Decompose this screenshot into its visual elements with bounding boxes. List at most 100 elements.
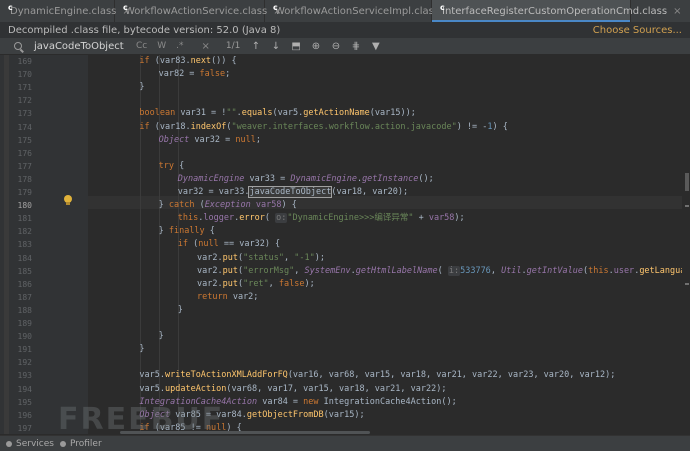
code-token: "errorMsg": [243, 265, 295, 276]
line-number: 172: [17, 96, 32, 106]
clear-search-icon[interactable]: ×: [202, 41, 210, 52]
match-case-toggle[interactable]: Cc: [136, 41, 147, 51]
code-token: ,: [490, 265, 502, 276]
code-token: IntegrationCache4Action();: [323, 396, 457, 407]
line-number: 174: [17, 122, 32, 132]
line-number: 171: [17, 83, 32, 93]
services-icon: [6, 440, 12, 447]
profiler-icon: [59, 440, 66, 447]
tab-workflowactionserviceimpl[interactable]: WorkflowActionServiceImpl.class ×: [265, 0, 453, 22]
code-token: i:: [447, 265, 461, 276]
code-token: false: [199, 69, 226, 80]
code-token: "-1": [294, 252, 315, 263]
code-line: try {: [159, 160, 185, 173]
line-number: 195: [17, 397, 32, 407]
code-token: null: [198, 239, 224, 250]
code-token: ();: [418, 173, 434, 184]
code-token: {: [179, 160, 185, 171]
line-number-gutter[interactable]: 169 170 171 172 173 174 175 176 177 178 179 180 181 1…: [0, 55, 88, 434]
services-tool-button[interactable]: Services: [6, 439, 54, 449]
regex-toggle[interactable]: .*: [176, 41, 183, 51]
whole-words-toggle[interactable]: W: [157, 41, 166, 51]
choose-sources-link[interactable]: Choose Sources...: [593, 25, 682, 36]
services-label: Services: [16, 438, 54, 449]
code-token: writeToActionXMLAddForFQ: [164, 370, 288, 381]
line-number: 180: [17, 201, 32, 211]
code-token: }: [158, 331, 164, 342]
code-token: "ret": [243, 278, 269, 289]
code-token: getInstance: [362, 173, 419, 184]
line-number: 196: [17, 410, 32, 420]
select-all-occurrences-icon[interactable]: ⋕: [351, 41, 360, 52]
banner-message: Decompiled .class file, bytecode version…: [8, 24, 281, 36]
remove-occurrence-icon[interactable]: ⊖: [331, 41, 340, 52]
code-token: (var5.: [272, 108, 304, 119]
line-number: 169: [17, 57, 32, 66]
code-token: put: [222, 265, 238, 276]
search-icon[interactable]: [14, 42, 22, 50]
code-line: }: [139, 81, 144, 94]
code-token: if: [177, 239, 194, 250]
tab-dynamicengine[interactable]: DynamicEngine.class ×: [0, 0, 131, 22]
line-number: 175: [17, 135, 32, 145]
code-token: logger: [203, 213, 235, 224]
code-token: getHtmlLabelName: [355, 265, 438, 276]
code-token: var58: [428, 213, 455, 224]
vertical-scrollbar[interactable]: [682, 55, 690, 434]
code-token: finally: [168, 226, 210, 237]
code-token: var2.: [197, 252, 223, 263]
code-token: var2;: [232, 291, 259, 302]
down-arrow-icon[interactable]: ↓: [271, 41, 280, 52]
code-editor[interactable]: if (var83.next()) {var82 = false;} boolea…: [88, 55, 682, 434]
code-line: var2.put("status", "-1");: [197, 252, 325, 265]
lightbulb-icon[interactable]: [64, 195, 72, 205]
code-token: 533776: [460, 265, 491, 276]
tab-interfaceregistercustomoperationcmd[interactable]: InterfaceRegisterCustomOperationCmd.clas…: [432, 0, 681, 22]
code-line: DynamicEngine var33 = DynamicEngine.getI…: [178, 173, 434, 186]
close-icon[interactable]: ×: [673, 6, 681, 17]
add-occurrence-icon[interactable]: ⊕: [311, 41, 320, 52]
code-token: (var15));: [369, 108, 416, 119]
tab-label: InterfaceRegisterCustomOperationCmd.clas…: [442, 5, 668, 17]
code-line: Object var32 = null;: [159, 134, 261, 147]
code-token: catch: [168, 200, 200, 211]
code-token: var32 =: [194, 134, 236, 145]
tab-label: DynamicEngine.class: [10, 5, 117, 17]
code-token: ;: [255, 134, 261, 145]
find-bar: javaCodeToObject Cc W .* × 1/1 ↑ ↓ ⬒ ⊕ ⊖…: [0, 38, 690, 55]
code-token: SystemEnv: [304, 265, 351, 276]
code-token: try: [158, 160, 180, 171]
code-token: (var15);: [323, 409, 365, 420]
code-line: return var2;: [197, 291, 258, 304]
code-token: {: [209, 226, 215, 237]
up-arrow-icon[interactable]: ↑: [251, 41, 260, 52]
code-token: );: [304, 278, 315, 289]
code-token: (var16, var68, var15, var18, var21, var2…: [287, 370, 616, 381]
profiler-label: Profiler: [69, 438, 102, 449]
code-token: getActionName: [303, 108, 370, 119]
tab-workflowactionservice[interactable]: WorkflowActionService.class ×: [115, 0, 282, 22]
line-number: 173: [17, 109, 32, 119]
code-token: var2.: [197, 278, 223, 289]
code-token: var5.: [139, 383, 165, 394]
search-input[interactable]: javaCodeToObject: [34, 41, 126, 52]
line-number: 188: [17, 305, 32, 315]
code-line: } catch (Exception var58) {: [159, 199, 297, 212]
code-line: var5.updateAction(var68, var17, var15, v…: [139, 383, 446, 396]
code-token: var58: [255, 200, 282, 211]
filter-icon[interactable]: ▼: [371, 41, 380, 52]
code-line: boolean var31 = !"".equals(var5.getActio…: [139, 107, 415, 120]
find-in-selection-icon[interactable]: ⬒: [291, 41, 300, 52]
code-line: }: [178, 304, 183, 317]
line-number: 179: [17, 188, 32, 197]
code-token: ) != -: [456, 121, 488, 132]
code-token: if: [139, 56, 155, 66]
code-token: next: [190, 56, 212, 66]
code-token: }: [177, 304, 183, 315]
code-line: }: [159, 330, 164, 343]
code-line: var32 = var33.javaCodeToObject(var18, va…: [178, 186, 408, 199]
code-token: indexOf: [190, 121, 227, 132]
code-token: ,: [284, 252, 295, 263]
profiler-tool-button[interactable]: Profiler: [59, 438, 102, 449]
code-token: +: [413, 213, 429, 224]
